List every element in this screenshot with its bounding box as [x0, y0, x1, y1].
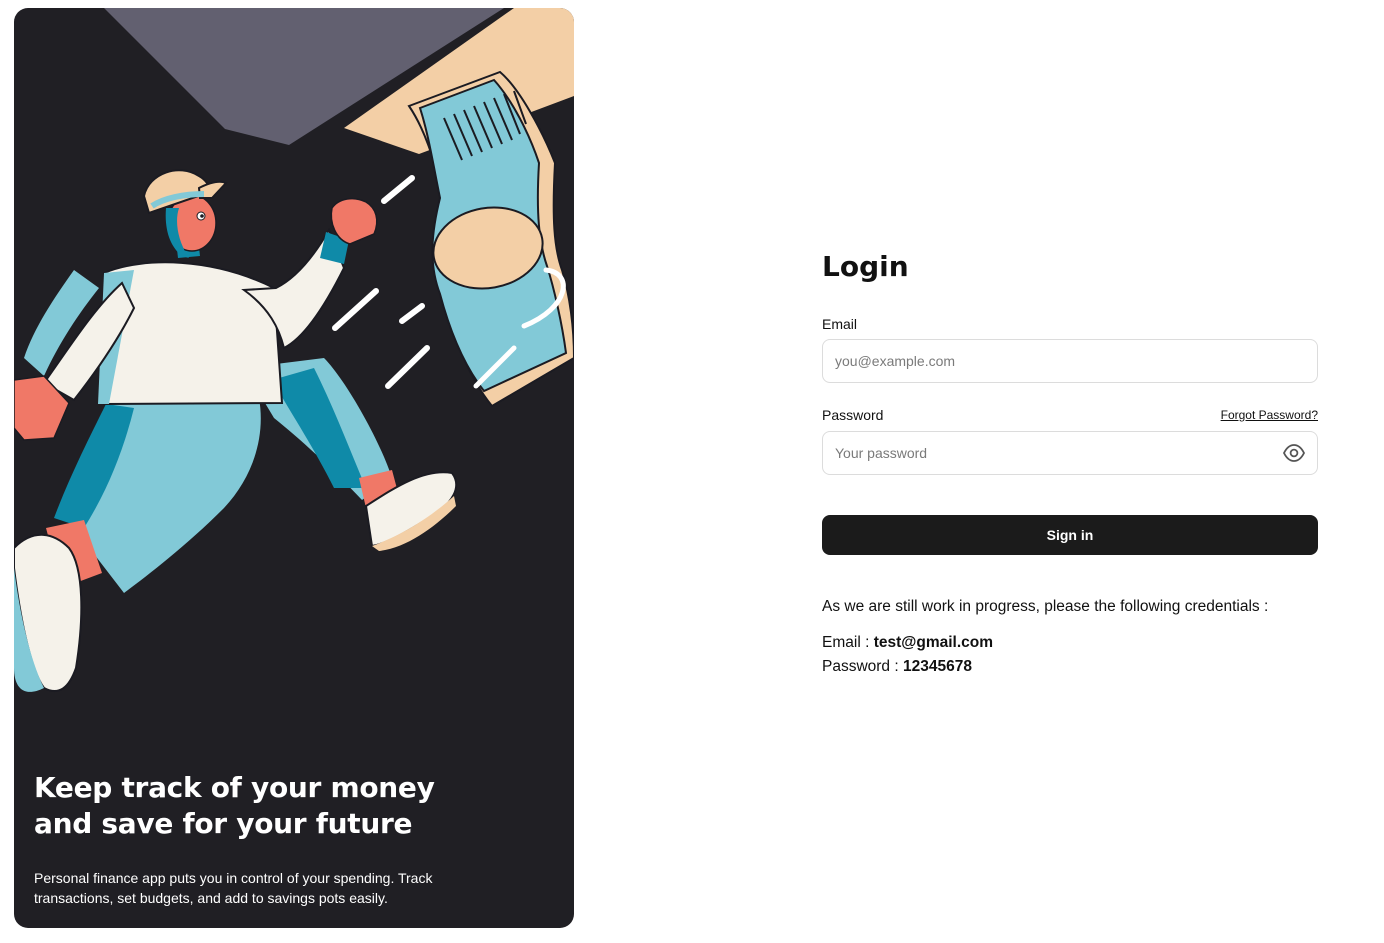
sign-in-button[interactable]: Sign in: [822, 515, 1318, 555]
credentials-password: Password : 12345678: [822, 657, 972, 677]
hero-panel: Keep track of your money and save for yo…: [14, 8, 574, 928]
eye-icon[interactable]: [1282, 443, 1306, 463]
password-label: Password: [822, 407, 884, 423]
email-label: Email: [822, 316, 858, 332]
credentials-password-value: 12345678: [902, 658, 972, 675]
hero-title-line-2: and save for your future: [34, 807, 413, 840]
hero-description: Personal finance app puts you in control…: [34, 870, 433, 906]
password-input-wrapper: [822, 431, 1318, 475]
email-input[interactable]: [835, 340, 1255, 382]
email-input-wrapper: [822, 339, 1318, 383]
hero-title-line-1: Keep track of your money: [34, 771, 435, 804]
password-input[interactable]: [835, 432, 1255, 474]
forgot-password-link[interactable]: Forgot Password?: [1221, 407, 1318, 423]
login-title: Login: [822, 250, 909, 283]
credentials-email: Email : test@gmail.com: [822, 633, 993, 653]
credentials-email-value: test@gmail.com: [873, 634, 994, 651]
credentials-password-label: Password :: [822, 658, 899, 675]
credentials-notice: As we are still work in progress, please…: [822, 598, 1269, 615]
hero-title: Keep track of your money and save for yo…: [34, 770, 534, 842]
login-form: Login Email Password Forgot Password? Si…: [822, 248, 1318, 675]
credentials-email-label: Email :: [822, 634, 870, 651]
person-chasing-money-illustration: [14, 8, 574, 693]
